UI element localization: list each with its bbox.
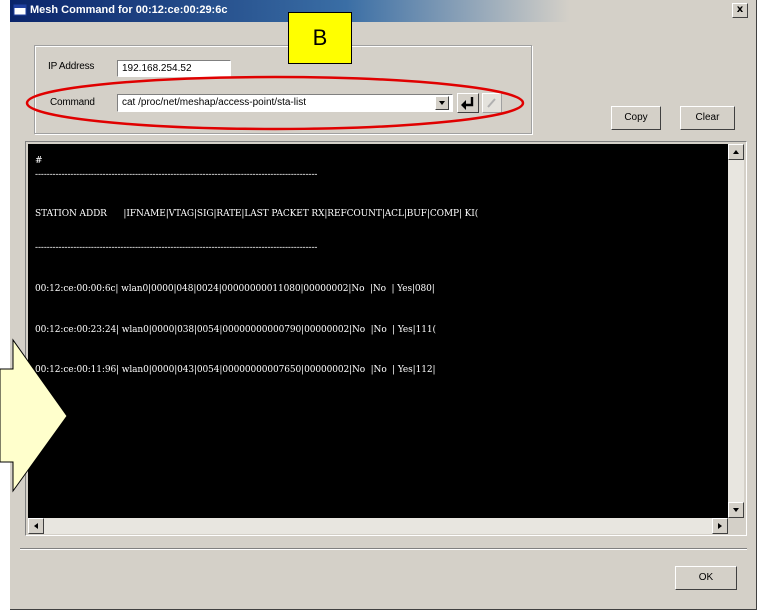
horizontal-scrollbar[interactable] <box>28 518 728 534</box>
footer-divider <box>20 548 747 550</box>
scroll-right-icon <box>718 523 722 529</box>
console-line: # <box>35 156 43 166</box>
scroll-down-button[interactable] <box>728 502 744 518</box>
scroll-left-icon <box>34 523 38 529</box>
console-line: STATION ADDR |IFNAME|VTAG|SIG|RATE|LAST … <box>35 209 479 219</box>
mesh-command-dialog: Mesh Command for 00:12:ce:00:29:6c x IP … <box>10 0 757 610</box>
edit-command-button[interactable] <box>482 93 502 113</box>
ip-address-field[interactable]: 192.168.254.52 <box>117 60 231 77</box>
ok-button[interactable]: OK <box>675 566 737 590</box>
command-label: Command <box>50 97 95 108</box>
scroll-left-button[interactable] <box>28 518 44 534</box>
vertical-scrollbar[interactable] <box>728 144 744 518</box>
scroll-down-icon <box>733 508 739 512</box>
console-line: 00:12:ce:00:11:96| wlan0|0000|043|0054|0… <box>35 365 436 375</box>
app-window-icon <box>13 4 27 16</box>
edit-icon <box>487 98 496 108</box>
scroll-up-icon <box>733 150 739 154</box>
console-line: 00:12:ce:00:00:6c| wlan0|0000|048|0024|0… <box>35 284 435 294</box>
window-title: Mesh Command for 00:12:ce:00:29:6c <box>30 4 228 16</box>
execute-command-button[interactable] <box>457 93 479 113</box>
title-bar: Mesh Command for 00:12:ce:00:29:6c x <box>10 0 756 22</box>
console-line: 00:12:ce:00:23:24| wlan0|0000|038|0054|0… <box>35 325 436 335</box>
annotation-marker-b: B <box>288 12 352 64</box>
clear-button[interactable]: Clear <box>680 106 735 130</box>
scroll-right-button[interactable] <box>712 518 728 534</box>
enter-arrow-icon <box>461 97 474 110</box>
console-output-panel: # --------------------------------------… <box>25 141 747 536</box>
close-button[interactable]: x <box>732 3 748 18</box>
command-group-box <box>34 45 532 134</box>
console-line: ----------------------------------------… <box>35 170 318 180</box>
console-line: ----------------------------------------… <box>35 243 318 253</box>
copy-button[interactable]: Copy <box>611 106 661 130</box>
chevron-down-icon <box>439 101 445 105</box>
command-select[interactable]: cat /proc/net/meshap/access-point/sta-li… <box>117 94 453 112</box>
command-dropdown-button[interactable] <box>435 96 449 110</box>
scroll-up-button[interactable] <box>728 144 744 160</box>
terminal-output[interactable]: # --------------------------------------… <box>28 144 728 518</box>
ip-address-label: IP Address <box>48 61 95 72</box>
